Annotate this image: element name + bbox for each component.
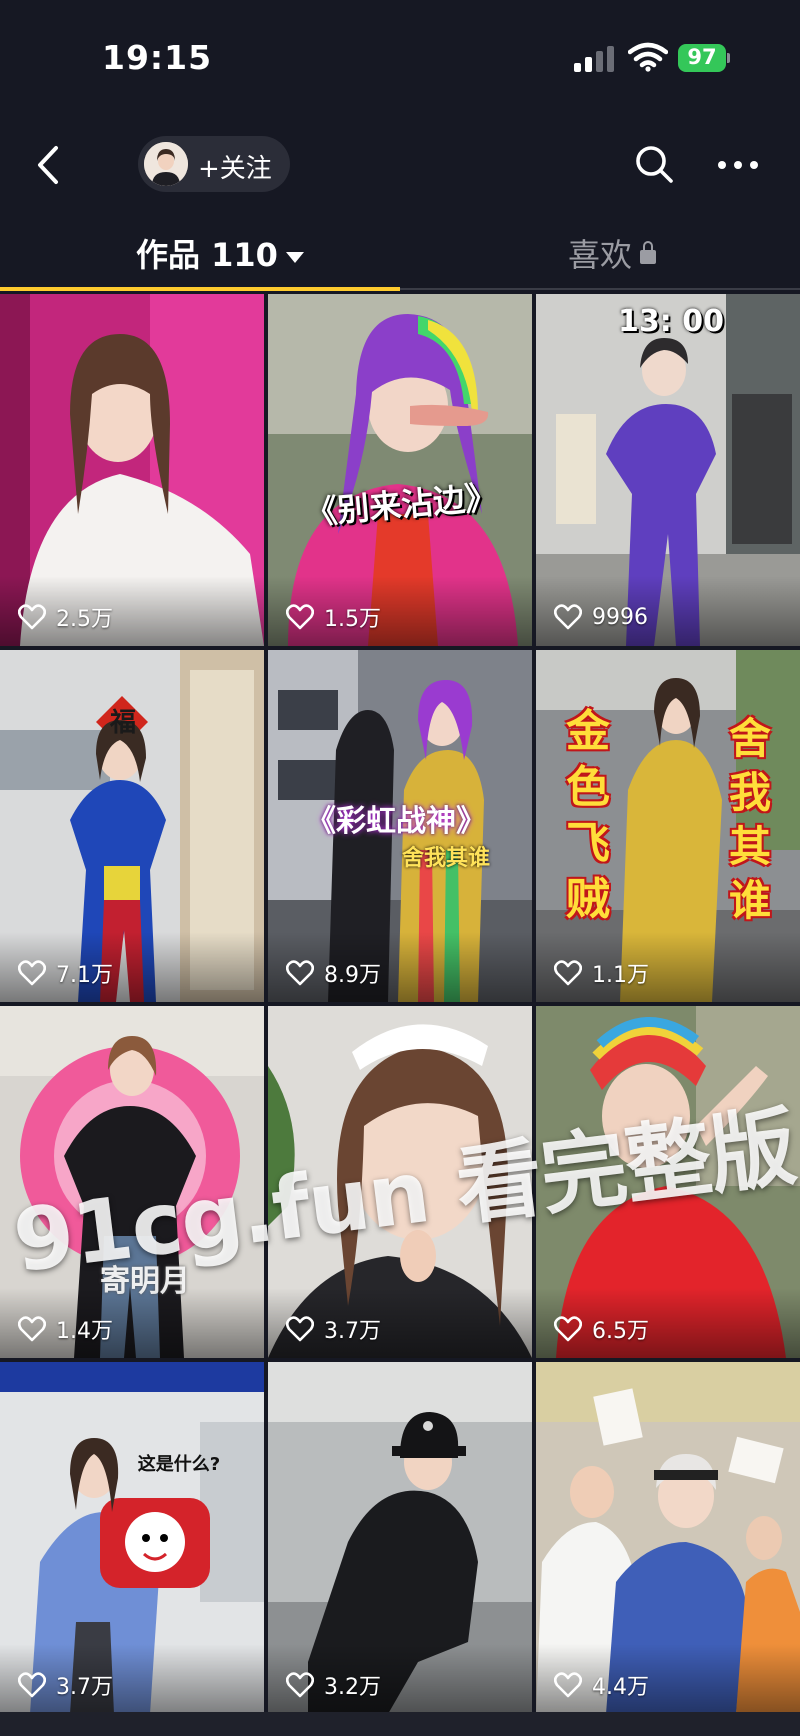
heart-icon <box>554 1316 582 1342</box>
status-bar: 19:15 97 <box>0 0 800 120</box>
lock-icon <box>640 241 657 264</box>
like-count: 1.1万 <box>554 958 649 988</box>
like-count: 3.2万 <box>286 1670 381 1700</box>
heart-icon <box>554 604 582 630</box>
heart-icon <box>286 1672 314 1698</box>
like-count: 3.7万 <box>18 1670 113 1700</box>
like-count: 1.4万 <box>18 1314 113 1344</box>
heart-icon <box>18 1672 46 1698</box>
heart-icon <box>286 1316 314 1342</box>
video-thumbnail[interactable]: 这是什么? 3.7万 <box>0 1362 264 1714</box>
heart-icon <box>286 604 314 630</box>
tab-likes-label: 喜欢 <box>568 236 633 274</box>
like-count: 6.5万 <box>554 1314 649 1344</box>
cellular-signal-icon <box>574 46 616 72</box>
status-time: 19:15 <box>102 38 213 77</box>
more-options-icon[interactable] <box>714 148 762 180</box>
like-count: 4.4万 <box>554 1670 649 1700</box>
heart-icon <box>18 960 46 986</box>
wifi-icon <box>628 42 668 72</box>
video-thumbnail[interactable]: 金色飞贼 舍我其谁 1.1万 <box>536 650 800 1002</box>
heart-icon <box>554 1672 582 1698</box>
battery-level: 97 <box>687 45 717 69</box>
heart-icon <box>18 604 46 630</box>
video-caption: 《彩虹战神》 <box>306 804 486 839</box>
video-thumbnail[interactable]: 3.7万 <box>268 1006 532 1358</box>
tab-works-label: 作品 110 <box>136 236 278 274</box>
heart-icon <box>18 1316 46 1342</box>
tab-likes[interactable]: 喜欢 <box>568 230 657 276</box>
video-thumbnail[interactable]: 2.5万 <box>0 294 264 646</box>
search-icon[interactable] <box>632 142 676 186</box>
avatar <box>144 142 188 186</box>
video-subcaption: 舍我其谁 <box>728 714 771 925</box>
follow-button[interactable]: +关注 <box>138 136 290 192</box>
next-row-preview <box>0 1712 800 1736</box>
video-thumbnail[interactable]: 6.5万 <box>536 1006 800 1358</box>
video-thumbnail[interactable]: 4.4万 <box>536 1362 800 1714</box>
like-count: 2.5万 <box>18 602 113 632</box>
battery-indicator: 97 <box>678 44 730 72</box>
like-count: 3.7万 <box>286 1314 381 1344</box>
tab-divider <box>400 288 800 290</box>
like-count: 1.5万 <box>286 602 381 632</box>
follow-label: +关注 <box>198 154 272 184</box>
video-caption: 这是什么? <box>137 1454 221 1475</box>
like-count: 9996 <box>554 602 648 632</box>
back-arrow-icon[interactable] <box>28 140 68 190</box>
video-thumbnail[interactable]: 3.2万 <box>268 1362 532 1714</box>
video-caption: 金色飞贼 <box>566 706 610 925</box>
video-thumbnail[interactable]: 寄明月 1.4万 <box>0 1006 264 1358</box>
heart-icon <box>554 960 582 986</box>
video-subcaption: 舍我其谁 <box>401 846 490 871</box>
heart-icon <box>286 960 314 986</box>
like-count: 8.9万 <box>286 958 381 988</box>
like-count: 7.1万 <box>18 958 113 988</box>
active-tab-indicator <box>0 287 400 291</box>
video-thumbnail[interactable]: 《别来沾边》 1.5万 <box>268 294 532 646</box>
video-thumbnail[interactable]: 福 7.1万 <box>0 650 264 1002</box>
video-thumbnail[interactable]: 《彩虹战神》 舍我其谁 8.9万 <box>268 650 532 1002</box>
video-caption: 福 <box>109 708 136 738</box>
tab-works[interactable]: 作品 110 <box>136 230 304 276</box>
video-grid: 2.5万 《别来沾边》 1.5万 13: 00 9996 福 7.1万 《彩虹战… <box>0 294 800 1736</box>
dropdown-caret-icon <box>285 251 304 263</box>
video-caption: 13: 00 <box>618 304 724 339</box>
video-thumbnail[interactable]: 13: 00 9996 <box>536 294 800 646</box>
